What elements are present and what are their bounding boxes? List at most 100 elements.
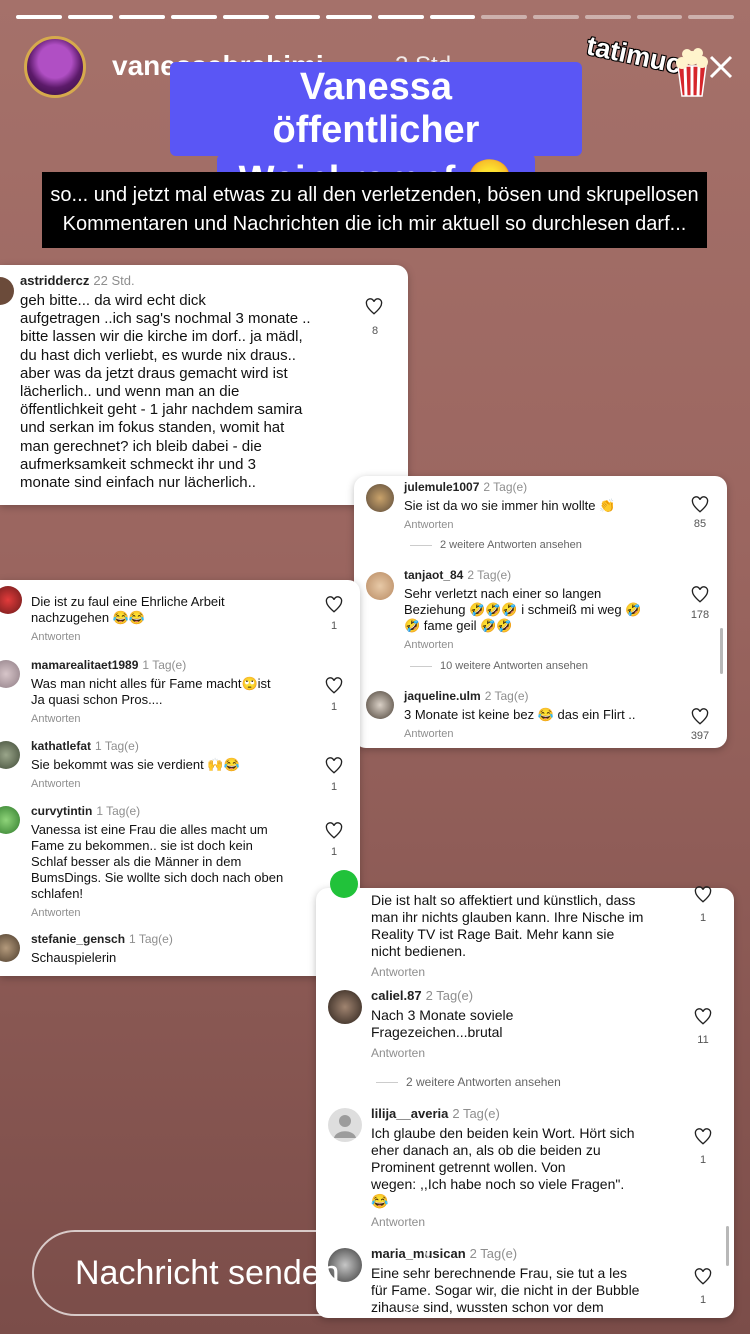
comment: Die ist zu faul eine Ehrliche Arbeit nac… [0, 584, 320, 643]
view-more-replies[interactable]: 2 weitere Antworten ansehen [410, 539, 582, 551]
comment: curvytintin 1 Tag(e) Vanessa ist eine Fra… [0, 804, 320, 919]
avatar [0, 934, 20, 962]
default-avatar-icon [334, 1115, 356, 1138]
comment-text: 3 Monate ist keine bez 😂 das ein Flirt .… [404, 707, 636, 722]
view-more-replies[interactable]: 2 weitere Antworten ansehen [376, 1075, 561, 1089]
reply-link[interactable]: Antworten [404, 639, 676, 651]
popcorn-icon [676, 48, 708, 97]
progress-segment [533, 15, 579, 19]
comment-card-2: julemule1007 2 Tag(e) Sie ist da wo sie i… [354, 476, 727, 748]
heart-icon[interactable] [694, 886, 712, 904]
heart-icon[interactable] [365, 298, 383, 316]
heart-icon[interactable] [691, 708, 709, 726]
heart-icon[interactable] [325, 596, 343, 614]
comment-text: Sehr verletzt nach einer so langen Bezie… [404, 586, 642, 633]
heart-icon[interactable] [694, 1268, 712, 1286]
avatar [330, 870, 358, 898]
heart-icon[interactable] [694, 1008, 712, 1026]
title-line-1: Vanessa öffentlicher [170, 62, 582, 156]
comment-text: Ich glaube den beiden kein Wort. Hört si… [371, 1125, 635, 1209]
comment: kathatlefat 1 Tag(e) Sie bekommt was sie … [0, 739, 320, 790]
heart-icon[interactable] [694, 1128, 712, 1146]
scrollbar[interactable] [720, 628, 723, 674]
reply-link[interactable]: Antworten [31, 631, 320, 643]
like-count: 1 [699, 1154, 707, 1166]
progress-segment [171, 15, 217, 19]
avatar [328, 990, 362, 1024]
comment-header: kathatlefat 1 Tag(e) [31, 739, 139, 753]
comment-text: Die ist zu faul eine Ehrliche Arbeit nac… [31, 594, 225, 625]
heart-icon[interactable] [325, 757, 343, 775]
comment-header: julemule1007 2 Tag(e) [404, 480, 528, 494]
comment-text: Sie bekommt was sie verdient 🙌😂 [31, 757, 240, 772]
like-count: 11 [697, 1034, 709, 1046]
comment: lilija__averia 2 Tag(e) Ich glaube den be… [316, 1106, 686, 1229]
like-count: 178 [690, 609, 710, 621]
heart-icon[interactable] [325, 822, 343, 840]
reply-link[interactable]: Antworten [31, 713, 320, 725]
comment: tanjaot_84 2 Tag(e) Sehr verletzt nach ei… [366, 568, 676, 651]
close-icon[interactable] [708, 54, 734, 80]
caption-line-1: so... und jetzt mal etwas zu all den ver… [50, 184, 699, 206]
comment-time: 22 Std. [93, 273, 135, 288]
heart-icon[interactable] [691, 586, 709, 604]
comment-text: Nach 3 Monate soviele Fragezeichen...bru… [371, 1007, 514, 1040]
heart-icon[interactable] [325, 677, 343, 695]
message-placeholder: Nachricht senden [75, 1254, 340, 1292]
like-count: 85 [693, 518, 707, 530]
heart-icon[interactable] [691, 496, 709, 514]
comment-text: Schauspielerin [31, 950, 117, 965]
like-count: 1 [330, 846, 338, 858]
story-progress [16, 15, 735, 19]
like-count: 1 [330, 620, 338, 632]
progress-segment [429, 15, 476, 19]
comment-header: tanjaot_84 2 Tag(e) [404, 568, 512, 582]
like-count: 1 [699, 912, 707, 924]
reply-link[interactable]: Antworten [31, 778, 320, 790]
comment-header: caliel.87 2 Tag(e) [371, 988, 474, 1003]
progress-segment [326, 15, 373, 19]
avatar [0, 277, 14, 305]
avatar [0, 806, 20, 834]
comment-text: Sie ist da wo sie immer hin wollte 👏 [404, 498, 616, 513]
avatar [366, 572, 394, 600]
comment-header: astriddercz 22 Std. [20, 273, 340, 288]
comment-card-1: astriddercz 22 Std. geh bitte... da wird … [0, 265, 408, 505]
comment-user[interactable]: astriddercz [20, 273, 89, 288]
progress-segment [481, 15, 528, 19]
progress-segment [636, 15, 683, 19]
progress-segment [67, 15, 114, 19]
like-count: 1 [330, 701, 338, 713]
reply-link[interactable]: Antworten [404, 519, 666, 531]
comment-text: Die ist halt so affektiert und künstlich… [371, 892, 644, 959]
comment: astriddercz 22 Std. geh bitte... da wird … [0, 273, 340, 492]
progress-segment [222, 15, 269, 19]
reply-link[interactable]: Antworten [371, 965, 686, 979]
comment-header: lilija__averia 2 Tag(e) [371, 1106, 500, 1121]
like-count: 397 [690, 730, 710, 742]
reply-link[interactable]: Antworten [371, 1215, 686, 1229]
progress-segment [688, 15, 735, 19]
progress-segment [378, 15, 424, 19]
progress-segment [119, 15, 166, 19]
comment-header: mamarealitaet1989 1 Tag(e) [31, 658, 187, 672]
comment: jaqueline.ulm 2 Tag(e) 3 Monate ist keine… [366, 689, 676, 740]
avatar [0, 741, 20, 769]
progress-segment [584, 15, 631, 19]
comment-header: curvytintin 1 Tag(e) [31, 804, 141, 818]
watermark-text: tatimuc [584, 30, 685, 80]
reply-link[interactable]: Antworten [31, 907, 320, 919]
reply-link[interactable]: Antworten [371, 1046, 686, 1060]
comment: stefanie_gensch 1 Tag(e) Schauspielerin [0, 932, 320, 966]
comment-card-3: Die ist zu faul eine Ehrliche Arbeit nac… [0, 580, 360, 976]
reply-link[interactable]: Antworten [404, 728, 676, 740]
view-more-replies[interactable]: 10 weitere Antworten ansehen [410, 660, 588, 672]
comment-header: stefanie_gensch 1 Tag(e) [31, 932, 173, 946]
avatar [328, 1108, 362, 1142]
scrollbar[interactable] [726, 1226, 729, 1266]
like-count: 1 [699, 1294, 707, 1306]
comment-text: geh bitte... da wird echt dick aufgetrag… [20, 292, 311, 492]
comment: mamarealitaet1989 1 Tag(e) Was man nicht … [0, 658, 320, 725]
progress-segment [274, 15, 321, 19]
avatar[interactable] [24, 36, 86, 98]
